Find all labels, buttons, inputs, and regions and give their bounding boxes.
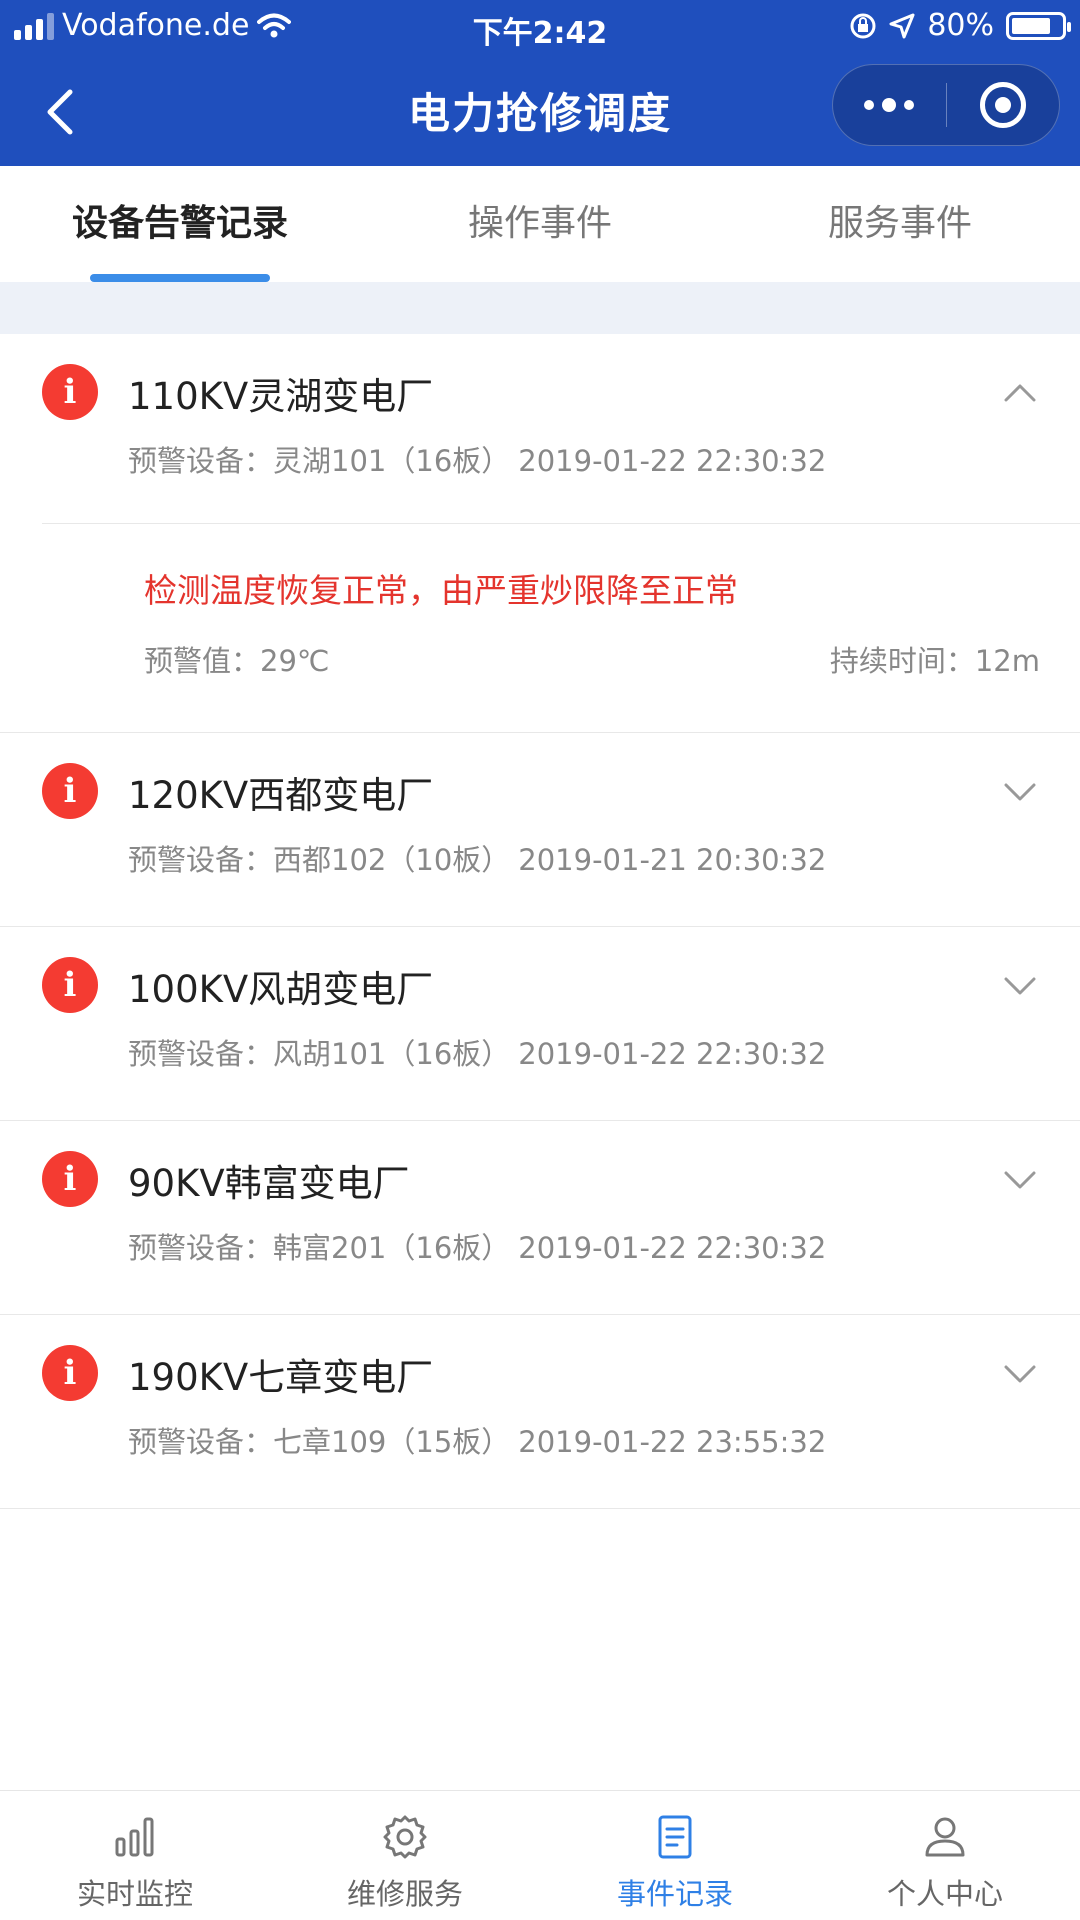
- alert-item[interactable]: i 190KV七章变电厂 预警设备：七章109（15板） 2019-01-22 2…: [0, 1315, 1080, 1509]
- alert-detail: 检测温度恢复正常，由严重炒限降至正常 预警值：29℃ 持续时间：12m: [0, 524, 1080, 732]
- tab-device-alarms[interactable]: 设备告警记录: [0, 166, 360, 282]
- alert-item[interactable]: i 90KV韩富变电厂 预警设备：韩富201（16板） 2019-01-22 22…: [0, 1121, 1080, 1315]
- tabbar-item-events[interactable]: 事件记录: [540, 1791, 810, 1920]
- location-icon: [889, 13, 915, 38]
- tab-bar: 设备告警记录 操作事件 服务事件: [0, 166, 1080, 282]
- alert-item-header[interactable]: i 90KV韩富变电厂 预警设备：韩富201（16板） 2019-01-22 22…: [0, 1121, 1080, 1314]
- alert-item-header[interactable]: i 100KV风胡变电厂 预警设备：风胡101（16板） 2019-01-22 2…: [0, 927, 1080, 1120]
- alert-duration: 持续时间：12m: [830, 638, 1040, 680]
- device-prefix: 预警设备：: [128, 1425, 274, 1459]
- device-name: 西都102（10板）: [273, 843, 511, 877]
- alert-value-text: 29℃: [260, 644, 330, 678]
- tabbar-item-profile[interactable]: 个人中心: [810, 1791, 1080, 1920]
- alert-message: 检测温度恢复正常，由严重炒限降至正常: [144, 571, 738, 610]
- chevron-up-icon[interactable]: [1000, 372, 1040, 412]
- battery-percent: 80%: [927, 8, 994, 43]
- device-name: 七章109（15板）: [273, 1425, 511, 1459]
- alert-list: i 110KV灵湖变电厂 预警设备：灵湖101（16板） 2019-01-22 2…: [0, 334, 1080, 1509]
- chevron-down-icon[interactable]: [1000, 771, 1040, 811]
- station-name: 110KV灵湖变电厂: [128, 375, 434, 418]
- status-bar: Vodafone.de 下午2:42 80%: [0, 0, 1080, 56]
- device-prefix: 预警设备：: [128, 843, 274, 877]
- alert-time: 2019-01-21 20:30:32: [518, 843, 827, 877]
- alert-info-icon: i: [42, 364, 98, 420]
- station-name: 100KV风胡变电厂: [128, 968, 434, 1011]
- alert-info-icon: i: [42, 1151, 98, 1207]
- alert-meta: 预警设备：灵湖101（16板） 2019-01-22 22:30:32: [128, 438, 826, 480]
- chevron-down-icon[interactable]: [1000, 965, 1040, 1005]
- bar-chart-icon: [115, 1817, 154, 1857]
- device-name: 韩富201（16板）: [273, 1231, 511, 1265]
- tabbar-label: 实时监控: [76, 1877, 193, 1911]
- alert-meta: 预警设备：七章109（15板） 2019-01-22 23:55:32: [128, 1419, 826, 1461]
- alert-time: 2019-01-22 22:30:32: [518, 1231, 827, 1265]
- device-name: 灵湖101（16板）: [273, 444, 511, 478]
- alert-info-icon: i: [42, 763, 98, 819]
- alert-info-icon: i: [42, 957, 98, 1013]
- device-prefix: 预警设备：: [128, 444, 274, 478]
- nav-bar: 电力抢修调度: [0, 56, 1080, 166]
- alert-time: 2019-01-22 23:55:32: [518, 1425, 827, 1459]
- more-icon: [864, 98, 915, 112]
- device-prefix: 预警设备：: [128, 1231, 274, 1265]
- alert-time: 2019-01-22 22:30:32: [518, 1037, 827, 1071]
- battery-fill: [1012, 17, 1051, 34]
- alert-item-header[interactable]: i 120KV西都变电厂 预警设备：西都102（10板） 2019-01-21 2…: [0, 733, 1080, 926]
- tabbar-label: 个人中心: [886, 1877, 1003, 1911]
- header: Vodafone.de 下午2:42 80% 电力抢修调度: [0, 0, 1080, 166]
- alert-meta: 预警设备：风胡101（16板） 2019-01-22 22:30:32: [128, 1031, 826, 1073]
- mini-program-capsule: [832, 64, 1060, 146]
- alert-value: 预警值：29℃: [144, 638, 330, 680]
- alert-item-header[interactable]: i 190KV七章变电厂 预警设备：七章109（15板） 2019-01-22 2…: [0, 1315, 1080, 1508]
- tabbar-item-monitoring[interactable]: 实时监控: [0, 1791, 270, 1920]
- user-icon: [925, 1817, 965, 1857]
- status-right: 80%: [849, 8, 1071, 43]
- alert-value-label: 预警值：: [144, 644, 261, 678]
- bottom-tab-bar: 实时监控 维修服务 事件记录 个人中心: [0, 1790, 1080, 1920]
- battery-icon: [1006, 11, 1071, 40]
- alert-meta: 预警设备：韩富201（16板） 2019-01-22 22:30:32: [128, 1225, 826, 1267]
- alert-item[interactable]: i 100KV风胡变电厂 预警设备：风胡101（16板） 2019-01-22 2…: [0, 927, 1080, 1121]
- rotation-lock-icon: [850, 13, 876, 38]
- tab-service-events[interactable]: 服务事件: [720, 166, 1080, 282]
- alert-meta: 预警设备：西都102（10板） 2019-01-21 20:30:32: [128, 837, 826, 879]
- alert-item[interactable]: i 120KV西都变电厂 预警设备：西都102（10板） 2019-01-21 2…: [0, 733, 1080, 927]
- tabbar-label: 事件记录: [616, 1877, 733, 1911]
- more-button[interactable]: [833, 64, 946, 146]
- section-divider: [0, 282, 1080, 334]
- station-name: 190KV七章变电厂: [128, 1356, 434, 1399]
- gear-icon: [383, 1815, 427, 1859]
- document-icon: [658, 1815, 692, 1859]
- device-name: 风胡101（16板）: [273, 1037, 511, 1071]
- alert-item-header[interactable]: i 110KV灵湖变电厂 预警设备：灵湖101（16板） 2019-01-22 2…: [42, 334, 1080, 524]
- device-prefix: 预警设备：: [128, 1037, 274, 1071]
- chevron-down-icon[interactable]: [1000, 1159, 1040, 1199]
- station-name: 90KV韩富变电厂: [128, 1162, 410, 1205]
- tabbar-item-repair[interactable]: 维修服务: [270, 1791, 540, 1920]
- alert-duration-label: 持续时间：: [829, 644, 975, 678]
- alert-duration-text: 12m: [974, 644, 1040, 678]
- alert-item[interactable]: i 110KV灵湖变电厂 预警设备：灵湖101（16板） 2019-01-22 2…: [0, 334, 1080, 733]
- close-button[interactable]: [946, 64, 1059, 146]
- tab-operation-events[interactable]: 操作事件: [360, 166, 720, 282]
- close-target-icon: [979, 82, 1026, 128]
- station-name: 120KV西都变电厂: [128, 774, 434, 817]
- alert-time: 2019-01-22 22:30:32: [518, 444, 827, 478]
- alert-info-icon: i: [42, 1345, 98, 1401]
- chevron-down-icon[interactable]: [1000, 1353, 1040, 1393]
- tabbar-label: 维修服务: [346, 1877, 463, 1911]
